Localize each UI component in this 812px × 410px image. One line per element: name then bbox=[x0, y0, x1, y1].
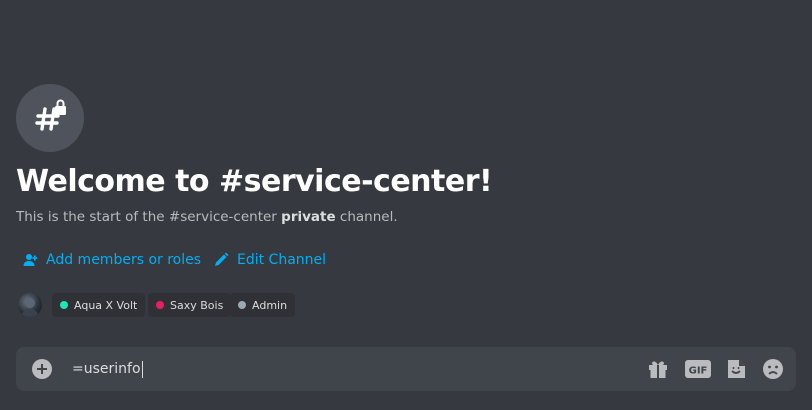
edit-channel-label: Edit Channel bbox=[237, 252, 327, 268]
subtitle-emphasis: private bbox=[281, 209, 336, 225]
role-tag-aqua-x-volt[interactable]: Aqua X Volt bbox=[52, 293, 146, 317]
role-color-dot bbox=[156, 301, 164, 309]
role-tag-saxy-bois[interactable]: Saxy Bois bbox=[148, 293, 232, 317]
role-color-dot bbox=[238, 301, 246, 309]
role-name: Admin bbox=[252, 298, 288, 312]
sticker-icon[interactable] bbox=[724, 357, 748, 381]
message-input[interactable]: =userinfo bbox=[72, 347, 143, 391]
subtitle-prefix: This is the start of the #service-center bbox=[16, 209, 277, 225]
gif-label: GIF bbox=[689, 366, 708, 377]
text-caret bbox=[141, 360, 143, 378]
person-add-icon bbox=[23, 254, 38, 266]
message-composer[interactable]: =userinfo GIF bbox=[16, 347, 796, 391]
plus-circle-icon[interactable] bbox=[32, 359, 52, 379]
gif-icon[interactable]: GIF bbox=[685, 357, 711, 381]
role-color-dot bbox=[60, 301, 68, 309]
channel-subtitle: This is the start of the #service-center… bbox=[16, 209, 398, 225]
emoji-icon[interactable] bbox=[761, 357, 785, 381]
role-name: Saxy Bois bbox=[170, 298, 224, 312]
pencil-icon bbox=[215, 252, 229, 266]
member-avatar[interactable] bbox=[18, 293, 42, 317]
message-input-value: =userinfo bbox=[72, 361, 141, 377]
role-tag-admin[interactable]: Admin bbox=[230, 293, 296, 317]
gift-icon[interactable] bbox=[646, 357, 670, 381]
channel-hashtag-lock-icon bbox=[16, 84, 84, 152]
add-members-label: Add members or roles bbox=[46, 252, 202, 268]
add-members-button[interactable]: Add members or roles bbox=[22, 252, 201, 268]
edit-channel-button[interactable]: Edit Channel bbox=[213, 252, 326, 268]
role-name: Aqua X Volt bbox=[74, 298, 138, 312]
subtitle-suffix: channel. bbox=[339, 209, 398, 225]
channel-welcome-title: Welcome to #service-center! bbox=[16, 164, 493, 199]
